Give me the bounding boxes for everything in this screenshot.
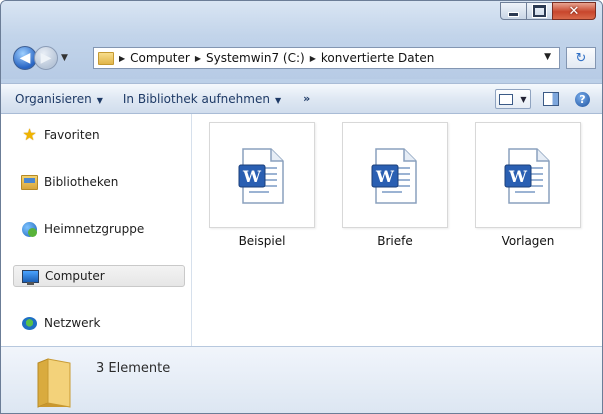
maximize-button[interactable]	[526, 2, 553, 20]
window-controls: ✕	[500, 2, 596, 20]
star-icon: ★	[22, 125, 37, 144]
word-document-icon: W	[238, 148, 284, 204]
svg-text:W: W	[375, 167, 395, 186]
organize-label: Organisieren	[15, 91, 92, 106]
file-thumbnail: W	[342, 122, 448, 228]
maximize-icon	[533, 5, 546, 17]
sidebar-item-label: Heimnetzgruppe	[44, 222, 145, 236]
breadcrumb-folder[interactable]: konvertierte Daten	[321, 51, 434, 65]
breadcrumb-computer[interactable]: Computer	[130, 51, 190, 65]
file-name: Vorlagen	[501, 234, 555, 248]
chevron-down-icon: ▼	[274, 95, 282, 105]
item-count: 3 Elemente	[96, 361, 171, 376]
organize-menu[interactable]: Organisieren ▼	[15, 92, 103, 106]
more-commands-button[interactable]: »	[303, 92, 310, 105]
folder-icon	[37, 358, 71, 408]
toolbar-right: ▼ ?	[495, 89, 590, 109]
file-item-briefe[interactable]: W Briefe	[342, 122, 448, 262]
file-item-vorlagen[interactable]: W Vorlagen	[475, 122, 581, 262]
refresh-button[interactable]: ↻	[566, 47, 596, 69]
command-bar: Organisieren ▼ In Bibliothek aufnehmen ▼ »…	[1, 83, 602, 114]
view-icon	[499, 93, 514, 105]
breadcrumb-separator-icon[interactable]: ▶	[119, 54, 125, 63]
explorer-window: ✕ ◀ ▶ ▼ ▶ Computer ▶ Systemwin7 (C:) ▶ k…	[0, 0, 603, 414]
address-bar[interactable]: ▶ Computer ▶ Systemwin7 (C:) ▶ konvertie…	[93, 47, 560, 69]
computer-icon	[22, 268, 39, 285]
file-item-beispiel[interactable]: W Beispiel	[209, 122, 315, 262]
sidebar-item-label: Netzwerk	[44, 316, 101, 330]
network-icon	[21, 315, 38, 331]
breadcrumb-drive[interactable]: Systemwin7 (C:)	[206, 51, 305, 65]
refresh-icon: ↻	[575, 50, 587, 66]
word-document-icon: W	[504, 148, 550, 204]
close-icon: ✕	[568, 3, 580, 19]
content-area: ★ Favoriten Bibliotheken Heimnetzgruppe …	[1, 114, 602, 346]
forward-arrow-icon: ▶	[40, 50, 52, 66]
navigation-pane: ★ Favoriten Bibliotheken Heimnetzgruppe …	[1, 114, 192, 346]
help-icon[interactable]: ?	[575, 91, 590, 107]
sidebar-item-label: Favoriten	[44, 128, 100, 142]
library-icon	[21, 174, 38, 190]
sidebar-item-label: Bibliotheken	[44, 175, 119, 189]
chevron-down-icon: ▼	[520, 94, 527, 104]
svg-text:W: W	[242, 167, 262, 186]
change-view-button[interactable]: ▼	[495, 89, 531, 109]
sidebar-item-computer[interactable]: Computer	[13, 265, 185, 287]
include-in-library-menu[interactable]: In Bibliothek aufnehmen ▼	[123, 92, 281, 106]
history-dropdown-icon[interactable]: ▼	[61, 53, 68, 63]
file-name: Briefe	[377, 234, 413, 248]
forward-button[interactable]: ▶	[34, 46, 58, 70]
close-button[interactable]: ✕	[552, 2, 596, 20]
breadcrumb-separator-icon[interactable]: ▶	[195, 54, 201, 63]
details-pane: 3 Elemente	[1, 346, 602, 413]
file-name: Beispiel	[238, 234, 286, 248]
chevron-down-icon: ▼	[96, 95, 103, 105]
sidebar-item-heimnetzgruppe[interactable]: Heimnetzgruppe	[13, 218, 185, 240]
sidebar-item-netzwerk[interactable]: Netzwerk	[13, 312, 185, 334]
include-in-library-label: In Bibliothek aufnehmen	[122, 91, 270, 106]
homegroup-icon	[21, 221, 38, 237]
minimize-button[interactable]	[500, 2, 527, 20]
sidebar-item-label: Computer	[45, 269, 105, 283]
sidebar-item-favoriten[interactable]: ★ Favoriten	[13, 124, 185, 146]
minimize-icon	[508, 11, 519, 17]
svg-text:W: W	[508, 167, 528, 186]
back-arrow-icon: ◀	[19, 50, 31, 66]
title-bar: ✕ ◀ ▶ ▼ ▶ Computer ▶ Systemwin7 (C:) ▶ k…	[1, 1, 602, 79]
word-document-icon: W	[371, 148, 417, 204]
breadcrumb-separator-icon[interactable]: ▶	[310, 54, 316, 63]
file-thumbnail: W	[475, 122, 581, 228]
preview-pane-icon[interactable]	[543, 92, 559, 106]
sidebar-item-bibliotheken[interactable]: Bibliotheken	[13, 171, 185, 193]
file-thumbnail: W	[209, 122, 315, 228]
navigation-buttons: ◀ ▶ ▼	[13, 46, 68, 70]
address-dropdown-icon[interactable]: ▼	[544, 52, 551, 62]
folder-icon	[98, 51, 114, 65]
